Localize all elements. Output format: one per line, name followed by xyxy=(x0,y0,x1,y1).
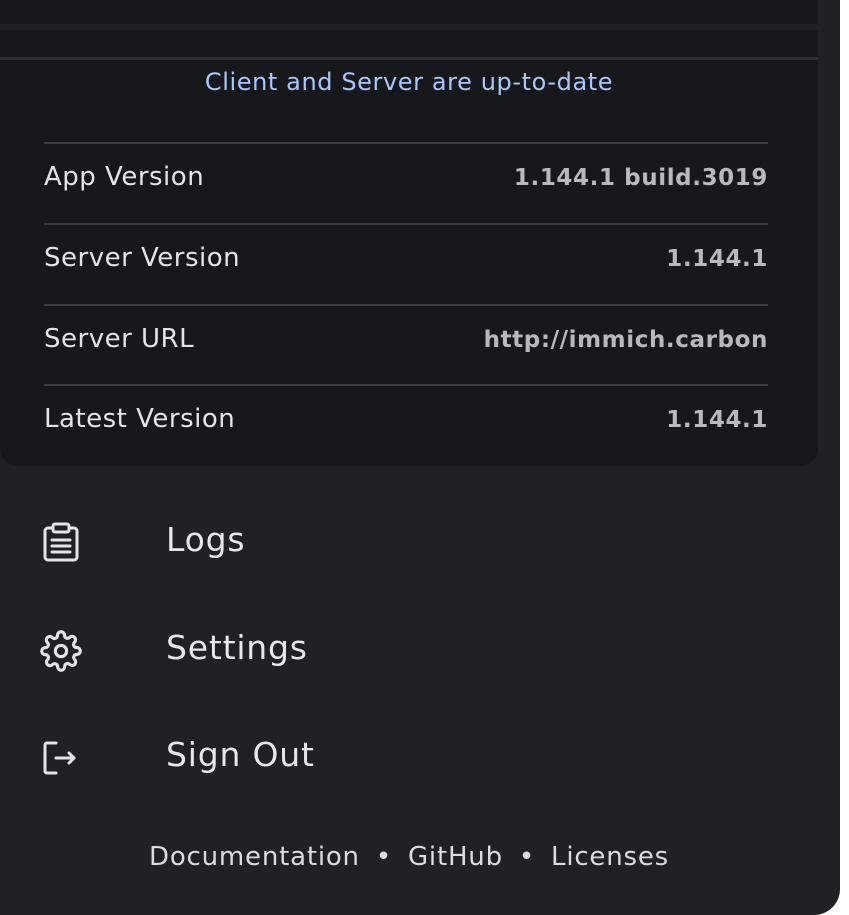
footer-separator: • xyxy=(518,842,536,872)
menu-item-sign-out[interactable]: Sign Out xyxy=(0,712,818,802)
info-value: 1.144.1 build.3019 xyxy=(513,165,768,191)
menu-item-label: Sign Out xyxy=(166,735,315,774)
info-value: 1.144.1 xyxy=(666,246,768,272)
info-row-server-version: Server Version 1.144.1 xyxy=(44,223,768,303)
menu-item-logs[interactable]: Logs xyxy=(0,497,818,587)
info-label: Server URL xyxy=(44,324,195,354)
info-value: 1.144.1 xyxy=(666,407,768,433)
gear-icon xyxy=(40,630,82,672)
logout-icon xyxy=(40,737,82,779)
footer-separator: • xyxy=(375,842,392,872)
info-label: Latest Version xyxy=(44,404,236,434)
menu-item-label: Settings xyxy=(166,628,308,667)
info-row-app-version: App Version 1.144.1 build.3019 xyxy=(44,142,768,222)
app-drawer: Client and Server are up-to-date App Ver… xyxy=(0,0,840,915)
footer-links: Documentation • GitHub • Licenses xyxy=(0,842,818,872)
card-divider xyxy=(0,57,818,60)
info-label: App Version xyxy=(44,162,205,192)
version-status-text: Client and Server are up-to-date xyxy=(204,68,614,96)
info-row-server-url: Server URL http://immich.carbon xyxy=(44,304,768,384)
top-panel xyxy=(0,0,818,24)
info-value: http://immich.carbon xyxy=(483,327,768,353)
version-info-card: Client and Server are up-to-date App Ver… xyxy=(0,30,818,466)
documentation-link[interactable]: Documentation xyxy=(149,842,360,872)
menu-item-settings[interactable]: Settings xyxy=(0,605,818,695)
info-label: Server Version xyxy=(44,243,241,273)
menu-item-label: Logs xyxy=(166,520,246,559)
clipboard-list-icon xyxy=(40,522,82,564)
info-row-latest-version: Latest Version 1.144.1 xyxy=(44,384,768,464)
github-link[interactable]: GitHub xyxy=(408,842,503,872)
licenses-link[interactable]: Licenses xyxy=(551,842,669,872)
